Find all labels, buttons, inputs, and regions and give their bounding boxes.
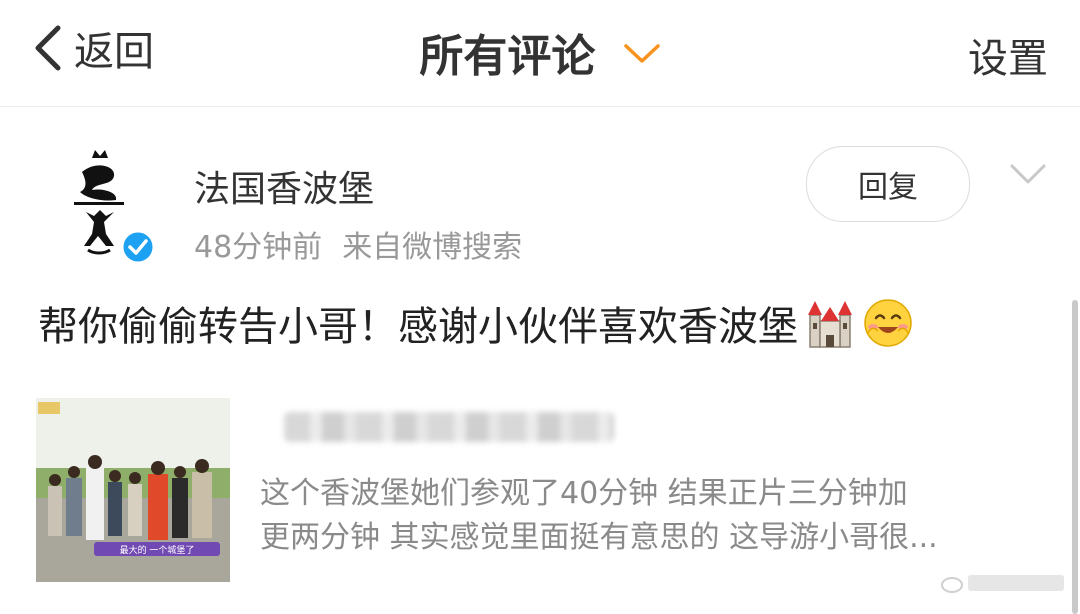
chevron-down-icon — [623, 44, 660, 63]
quoted-post-card[interactable]: 最大的 一个城堡了 这个香波堡她们参观了40分钟 结果正片三分钟加 更两分钟 其… — [36, 398, 1046, 588]
page-title: 所有评论 — [419, 31, 596, 82]
weibo-logo-icon — [941, 575, 1064, 593]
settings-button[interactable]: 设置 — [968, 26, 1048, 84]
top-nav-bar: 返回 所有评论 设置 — [0, 0, 1080, 107]
quoted-text-line: 这个香波堡她们参观了40分钟 结果正片三分钟加 — [260, 476, 908, 511]
scrollbar[interactable] — [1072, 300, 1078, 614]
blurred-username — [284, 412, 614, 442]
comment-author-name[interactable]: 法国香波堡 — [194, 160, 374, 212]
chevron-down-icon[interactable] — [1008, 160, 1048, 188]
comment-text: 帮你偷偷转告小哥！感谢小伙伴喜欢香波堡 — [38, 294, 914, 352]
comment-body: 帮你偷偷转告小哥！感谢小伙伴喜欢香波堡 — [38, 304, 798, 350]
verified-badge-icon — [120, 229, 156, 265]
video-thumbnail[interactable]: 最大的 一个城堡了 — [36, 398, 230, 582]
quoted-post-text: 这个香波堡她们参观了40分钟 结果正片三分钟加 更两分钟 其实感觉里面挺有意思的… — [260, 472, 1040, 560]
quoted-text-line: 更两分钟 其实感觉里面挺有意思的 这导游小哥很... — [260, 520, 938, 555]
watermark — [940, 570, 1070, 602]
comment-meta: 48分钟前 来自微博搜索 — [194, 222, 522, 266]
reply-button[interactable]: 回复 — [806, 146, 970, 222]
castle-emoji-icon — [808, 301, 852, 348]
thumbnail-caption: 最大的 一个城堡了 — [120, 544, 195, 556]
comments-filter-dropdown[interactable]: 所有评论 — [0, 20, 1080, 84]
comment-time: 48分钟前 — [194, 230, 323, 265]
smiling-face-emoji-icon — [864, 299, 912, 347]
comment-source: 来自微博搜索 — [342, 230, 523, 265]
